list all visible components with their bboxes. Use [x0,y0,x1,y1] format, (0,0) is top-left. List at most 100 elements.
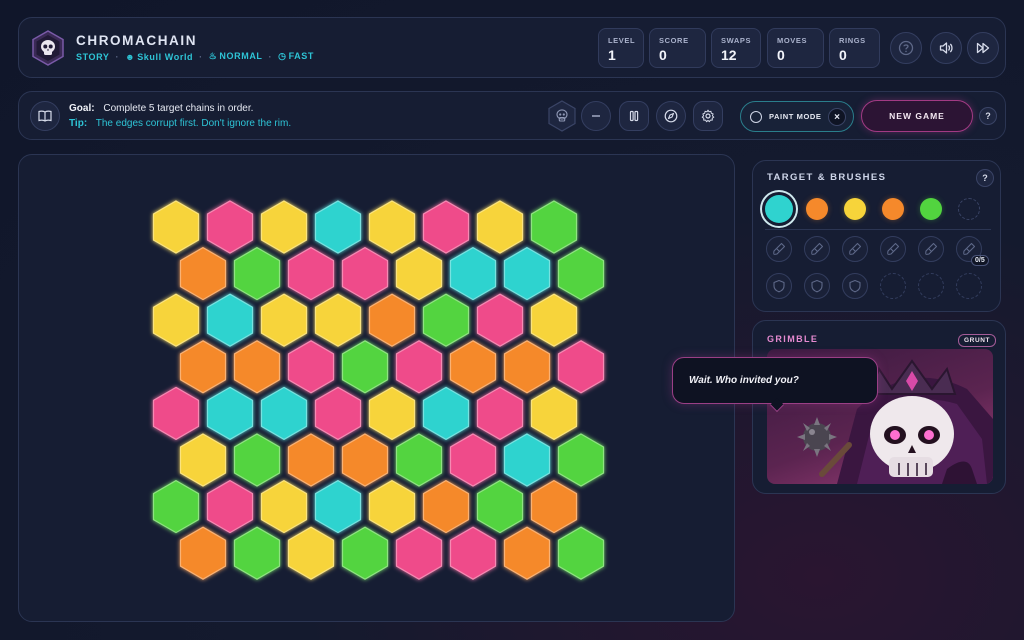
hex-tile-cyan[interactable] [206,293,254,347]
hex-tile-pink[interactable] [314,386,362,441]
hex-tile-yellow[interactable] [260,293,308,347]
hex-tile-orange[interactable] [503,340,551,394]
hex-tile-orange[interactable] [179,340,227,394]
hex-tile-green[interactable] [152,479,200,534]
hex-tile-orange[interactable] [341,433,389,487]
hex-tile-orange[interactable] [287,433,335,487]
brush-slot-icon[interactable] [842,236,868,262]
brushes-help-button[interactable]: ? [976,169,994,187]
tip-text: The edges corrupt first. Don't ignore th… [95,118,292,129]
hex-tile-cyan[interactable] [314,479,362,534]
target-swatch-orange[interactable] [882,198,904,220]
hex-tile-yellow[interactable] [395,246,443,301]
skull-badge[interactable] [547,100,577,132]
hex-tile-pink[interactable] [449,526,497,580]
hex-tile-pink[interactable] [206,200,254,254]
pause-button[interactable] [619,101,649,131]
hex-tile-pink[interactable] [341,246,389,301]
compass-button[interactable] [656,101,686,131]
hex-tile-pink[interactable] [449,433,497,487]
hex-tile-pink[interactable] [152,386,200,441]
journal-button[interactable] [30,101,60,131]
hex-tile-yellow[interactable] [530,386,578,441]
hex-tile-yellow[interactable] [368,479,416,534]
hex-tile-orange[interactable] [449,340,497,394]
hex-tile-green[interactable] [557,433,605,487]
hex-tile-yellow[interactable] [260,200,308,254]
hex-tile-yellow[interactable] [530,293,578,347]
target-swatch-yellow[interactable] [844,198,866,220]
brush-slot-icon[interactable] [918,236,944,262]
shield-slot-icon[interactable] [804,273,830,299]
hex-tile-pink[interactable] [206,479,254,534]
hex-tile-pink[interactable] [287,246,335,301]
target-swatch-cyan[interactable] [765,195,793,223]
hex-tile-orange[interactable] [368,293,416,347]
minimize-button[interactable] [581,101,611,131]
paint-mode-toggle[interactable]: PAINT MODE × [740,101,854,132]
shield-slot-icon[interactable] [842,273,868,299]
hex-tile-cyan[interactable] [449,246,497,301]
target-swatch-green[interactable] [920,198,942,220]
hex-tile-green[interactable] [395,433,443,487]
hex-tile-cyan[interactable] [422,386,470,441]
hex-tile-yellow[interactable] [179,433,227,487]
brush-slot-icon[interactable] [880,236,906,262]
empty-slot[interactable] [918,273,944,299]
hex-tile-pink[interactable] [287,340,335,394]
hex-tile-pink[interactable] [476,386,524,441]
hex-tile-yellow[interactable] [287,526,335,580]
paint-mode-close-button[interactable]: × [828,108,846,126]
hex-tile-yellow[interactable] [152,200,200,254]
empty-slot[interactable] [880,273,906,299]
target-swatch-empty[interactable] [958,198,980,220]
hex-tile-orange[interactable] [530,479,578,534]
hex-tile-pink[interactable] [476,293,524,347]
new-game-button[interactable]: NEW GAME [861,100,973,132]
stat-score: SCORE 0 [649,28,706,68]
hex-tile-cyan[interactable] [503,433,551,487]
brush-count-badge: 0/5 [971,255,989,266]
hex-tile-green[interactable] [233,433,281,487]
sound-button[interactable] [930,32,962,64]
hex-tile-yellow[interactable] [368,386,416,441]
hex-tile-green[interactable] [557,246,605,301]
hex-tile-green[interactable] [557,526,605,580]
hex-tile-green[interactable] [233,246,281,301]
goal-help-button[interactable]: ? [979,107,997,125]
hex-tile-orange[interactable] [503,526,551,580]
hex-tile-pink[interactable] [557,340,605,394]
stat-value: 0 [839,47,847,63]
hex-tile-yellow[interactable] [152,293,200,347]
hex-tile-green[interactable] [422,293,470,347]
hex-tile-pink[interactable] [422,200,470,254]
stat-moves: MOVES 0 [767,28,824,68]
hex-tile-orange[interactable] [233,340,281,394]
hex-tile-yellow[interactable] [476,200,524,254]
hex-tile-yellow[interactable] [260,479,308,534]
hex-tile-cyan[interactable] [314,200,362,254]
settings-button[interactable] [693,101,723,131]
hex-tile-orange[interactable] [422,479,470,534]
hex-tile-pink[interactable] [395,526,443,580]
hex-tile-orange[interactable] [179,526,227,580]
brush-slot-icon[interactable] [804,236,830,262]
empty-slot[interactable] [956,273,982,299]
hex-tile-cyan[interactable] [260,386,308,441]
hex-tile-yellow[interactable] [314,293,362,347]
shield-slot-icon[interactable] [766,273,792,299]
target-swatch-orange[interactable] [806,198,828,220]
hex-tile-cyan[interactable] [503,246,551,301]
hex-tile-green[interactable] [341,340,389,394]
fast-forward-button[interactable] [967,32,999,64]
hex-tile-green[interactable] [530,200,578,254]
hex-tile-green[interactable] [341,526,389,580]
brush-slot-icon[interactable] [766,236,792,262]
hex-tile-yellow[interactable] [368,200,416,254]
hex-tile-green[interactable] [233,526,281,580]
hex-tile-cyan[interactable] [206,386,254,441]
help-button[interactable] [890,32,922,64]
hex-tile-pink[interactable] [395,340,443,394]
hex-tile-green[interactable] [476,479,524,534]
hex-tile-orange[interactable] [179,246,227,301]
